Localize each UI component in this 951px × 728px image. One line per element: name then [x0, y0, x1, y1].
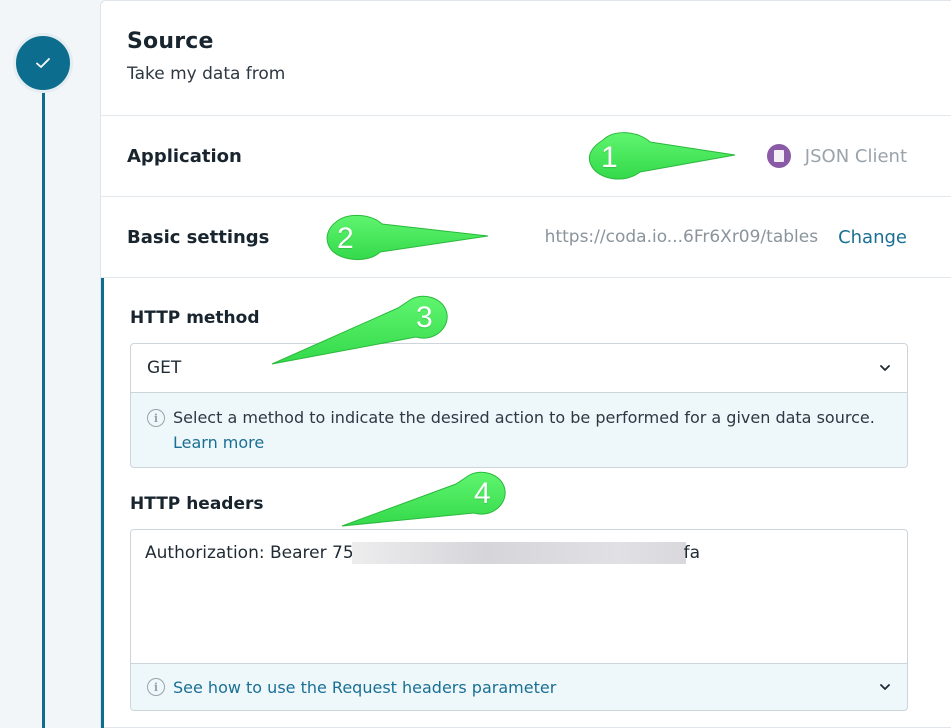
- source-subtitle: Take my data from: [127, 64, 286, 84]
- basic-settings-label: Basic settings: [127, 226, 270, 248]
- http-method-hint: i Select a method to indicate the desire…: [130, 393, 908, 468]
- chevron-down-icon[interactable]: [879, 362, 891, 374]
- request-headers-help-link[interactable]: See how to use the Request headers param…: [173, 678, 556, 697]
- step-complete-indicator: [13, 33, 73, 93]
- source-title: Source: [127, 29, 214, 54]
- application-name: JSON Client: [804, 145, 907, 167]
- json-app-icon: [766, 144, 791, 168]
- http-headers-label: HTTP headers: [130, 494, 264, 514]
- redacted-token: [351, 542, 686, 564]
- callout-4-number: 4: [474, 477, 491, 510]
- http-method-hint-text: Select a method to indicate the desired …: [173, 408, 875, 427]
- http-headers-value-end: fa: [683, 543, 701, 563]
- chevron-down-icon[interactable]: [879, 681, 891, 693]
- request-headers-help[interactable]: i See how to use the Request headers par…: [130, 664, 908, 711]
- source-card: Source Take my data from Application JSO…: [100, 0, 951, 728]
- http-headers-value-start: Authorization: Bearer 75: [145, 543, 354, 563]
- source-url: https://coda.io...6Fr6Xr09/tables: [544, 227, 819, 247]
- step-timeline-line: [42, 86, 45, 728]
- callout-3-number: 3: [416, 301, 433, 334]
- change-link[interactable]: Change: [838, 227, 907, 248]
- application-label: Application: [127, 145, 242, 167]
- basic-settings-row: Basic settings https://coda.io...6Fr6Xr0…: [101, 197, 951, 278]
- source-header: Source Take my data from: [101, 1, 951, 116]
- callout-2-number: 2: [337, 222, 354, 255]
- http-method-label: HTTP method: [130, 308, 260, 328]
- callout-1-number: 1: [601, 141, 618, 174]
- http-headers-input[interactable]: Authorization: Bearer 75 fa: [130, 529, 908, 664]
- learn-more-link[interactable]: Learn more: [173, 433, 264, 452]
- http-method-select[interactable]: GET: [130, 343, 908, 393]
- check-icon: [36, 58, 50, 68]
- info-icon: i: [147, 409, 165, 427]
- http-settings-section: HTTP method GET i Select a method to ind…: [101, 278, 951, 728]
- info-icon: i: [147, 678, 165, 696]
- http-method-value: GET: [147, 358, 182, 378]
- application-row[interactable]: Application JSON Client: [101, 116, 951, 197]
